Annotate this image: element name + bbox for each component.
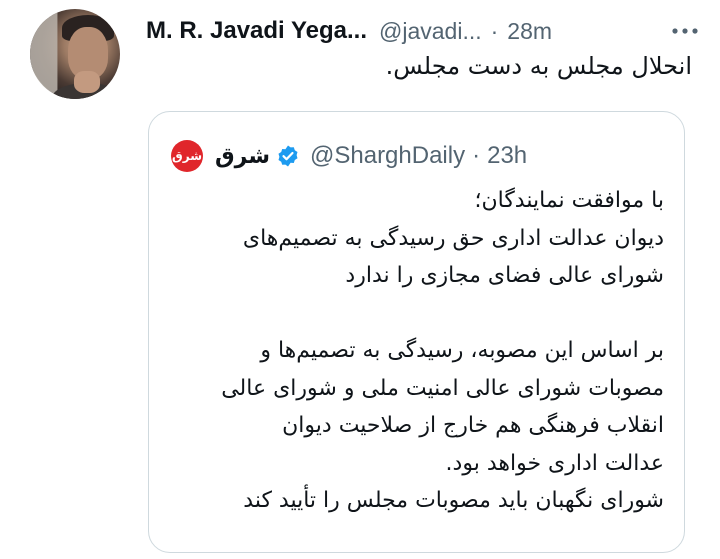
- author-handle[interactable]: @javadi...: [379, 18, 482, 45]
- verified-badge-icon: [276, 144, 300, 168]
- quoted-tweet-header: شرق شرق @SharghDaily · 23h: [171, 139, 527, 173]
- quoted-author-name[interactable]: شرق: [215, 144, 270, 169]
- quoted-text-line: شورای نگهبان باید مصوبات مجلس را تأیید ک…: [243, 488, 664, 513]
- tweet-header: M. R. Javadi Yega... @javadi... · 28m: [146, 14, 696, 48]
- quoted-header-separator: ·: [472, 142, 481, 169]
- shargh-logo-avatar[interactable]: شرق: [171, 140, 203, 172]
- quoted-text-line: شورای عالی فضای مجازی را ندارد: [345, 263, 664, 288]
- more-horizontal-icon[interactable]: [672, 14, 698, 42]
- avatar-hand: [74, 71, 100, 93]
- tweet-text: انحلال مجلس به دست مجلس.: [385, 52, 692, 80]
- quoted-text-line: انقلاب فرهنگی هم خارج از صلاحیت دیوان: [282, 413, 664, 438]
- author-name[interactable]: M. R. Javadi Yega...: [146, 17, 367, 45]
- quoted-text-line: دیوان عدالت اداری حق رسیدگی به تصمیم‌های: [242, 225, 664, 251]
- tweet-timestamp[interactable]: 28m: [507, 18, 552, 45]
- quoted-tweet-text: با موافقت نمایندگان؛ دیوان عدالت اداری ح…: [164, 182, 664, 520]
- logo-text: شرق: [172, 149, 202, 163]
- quoted-text-line: عدالت اداری خواهد بود.: [445, 450, 664, 476]
- quoted-text-line: بر اساس این مصوبه، رسیدگی به تصمیم‌ها و: [260, 338, 664, 363]
- quoted-tweet-timestamp[interactable]: 23h: [487, 142, 527, 170]
- header-separator: ·: [490, 17, 499, 44]
- quoted-tweet-card[interactable]: شرق شرق @SharghDaily · 23h با موافقت نما…: [148, 111, 685, 553]
- quoted-author-handle[interactable]: @SharghDaily: [310, 142, 465, 170]
- quoted-text-line: مصوبات شورای عالی امنیت ملی و شورای عالی: [221, 375, 664, 401]
- author-avatar[interactable]: [30, 9, 120, 99]
- more-dots-svg: [672, 28, 698, 34]
- quoted-text-line: با موافقت نمایندگان؛: [474, 188, 664, 213]
